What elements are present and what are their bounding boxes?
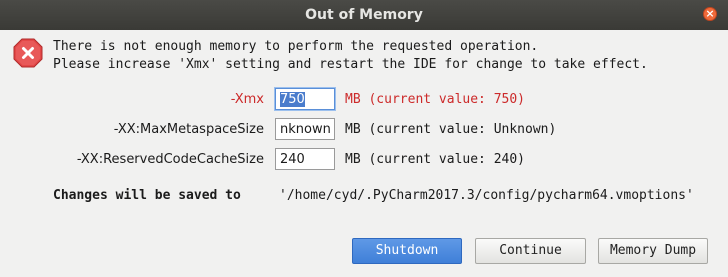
window-title: Out of Memory: [305, 7, 423, 23]
max-metaspace-value: nknown: [280, 122, 331, 137]
vmoptions-path: '/home/cyd/.PyCharm2017.3/config/pycharm…: [279, 188, 694, 203]
message-line-2: Please increase 'Xmx' setting and restar…: [53, 57, 648, 72]
error-x-octagon-icon: [13, 38, 43, 68]
save-location-label: Changes will be saved to: [53, 188, 241, 203]
continue-button[interactable]: Continue: [475, 238, 586, 264]
max-metaspace-current-value: MB (current value: Unknown): [345, 122, 557, 137]
xmx-field[interactable]: 750: [275, 88, 335, 110]
close-icon[interactable]: ×: [703, 7, 717, 21]
code-cache-value: 240: [280, 152, 305, 167]
title-bar: Out of Memory ×: [0, 0, 728, 30]
shutdown-button[interactable]: Shutdown: [352, 238, 462, 264]
xmx-value: 750: [280, 92, 305, 107]
code-cache-field[interactable]: 240: [275, 148, 335, 170]
memory-dump-button[interactable]: Memory Dump: [598, 238, 708, 264]
max-metaspace-field[interactable]: nknown: [275, 118, 335, 140]
message-line-1: There is not enough memory to perform th…: [53, 39, 539, 54]
max-metaspace-label: -XX:MaxMetaspaceSize: [113, 122, 264, 137]
xmx-label: -Xmx: [230, 92, 264, 107]
xmx-current-value: MB (current value: 750): [345, 92, 526, 107]
code-cache-label: -XX:ReservedCodeCacheSize: [76, 152, 264, 167]
code-cache-current-value: MB (current value: 240): [345, 152, 526, 167]
